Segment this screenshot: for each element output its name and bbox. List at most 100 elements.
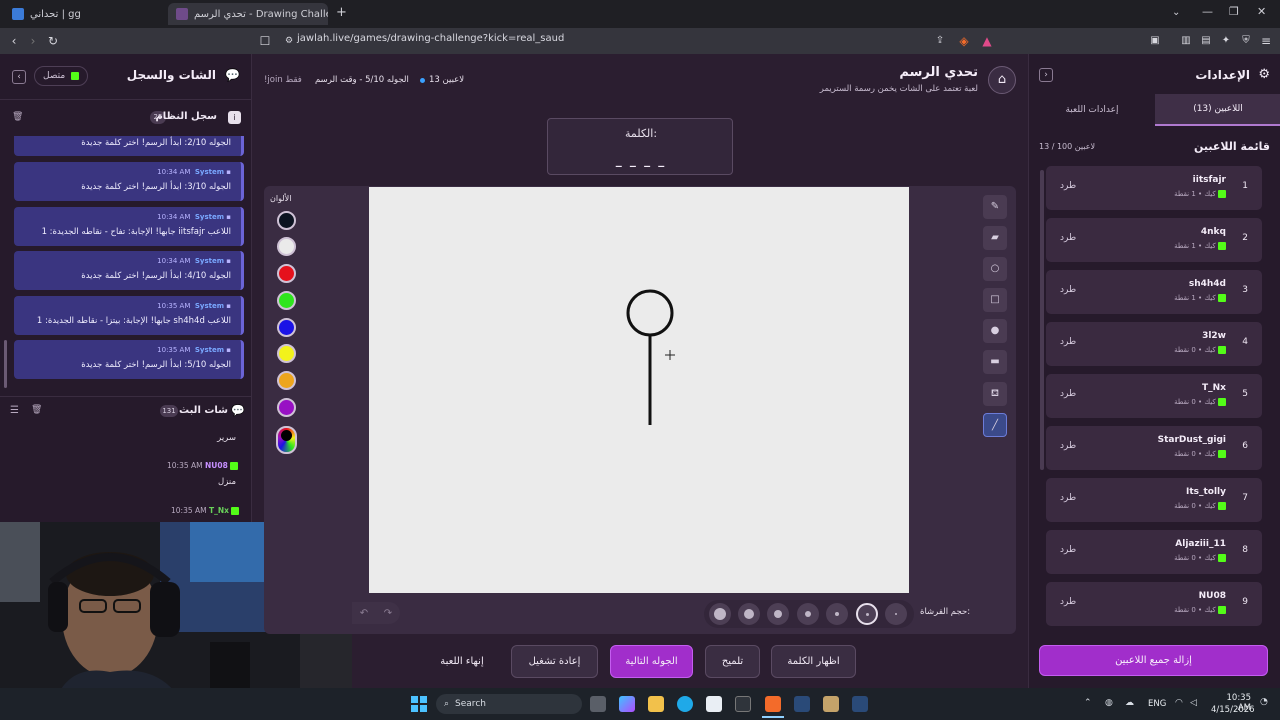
forward-icon[interactable]: › [25,33,41,49]
next-round-button[interactable]: الجوله التالية [610,645,693,678]
active-app-indicator [762,716,784,718]
task-view-icon[interactable] [590,696,606,712]
kick-player-button[interactable]: طرد [1060,493,1076,503]
kick-player-button[interactable]: طرد [1060,441,1076,451]
tray-icon[interactable]: ☁ [1125,698,1134,708]
kick-player-button[interactable]: طرد [1060,597,1076,607]
address-bar[interactable]: jawlah.live/games/drawing-challenge?kick… [297,33,564,44]
brush-size-s[interactable] [797,603,819,625]
brush-size-xl[interactable] [709,603,731,625]
kick-player-button[interactable]: طرد [1060,233,1076,243]
pencil-icon[interactable]: ✎ [983,195,1007,219]
show-word-button[interactable]: اظهار الكلمة [771,645,856,678]
restart-button[interactable]: إعادة تشغيل [511,645,598,678]
tray-icon[interactable]: ◍ [1105,698,1113,708]
share-icon[interactable]: ⇪ [932,33,948,49]
chat-username[interactable]: T_Nx [209,506,229,515]
collapse-settings-icon[interactable]: › [1039,68,1053,82]
brush-size-m[interactable] [767,603,789,625]
tab-drawing-challenge[interactable]: تحدي الرسم - Drawing Challenge ✕ [168,3,328,25]
collapse-panel-icon[interactable]: ‹ [12,70,26,84]
square-icon[interactable]: □ [983,288,1007,312]
close-window-icon[interactable]: ✕ [1257,5,1266,18]
hint-button[interactable]: تلميح [705,645,760,678]
color-swatch[interactable] [277,398,296,417]
line-icon[interactable]: ╱ [983,413,1007,437]
kick-player-button[interactable]: طرد [1060,285,1076,295]
leo-icon[interactable]: ✦ [1218,33,1234,49]
brush-size-min[interactable] [885,603,907,625]
clear-chat-trash-icon[interactable]: 🗑 [31,405,42,415]
drawing-canvas[interactable] [369,187,909,593]
sidebar-icon[interactable]: ▥ [1178,33,1194,49]
kick-player-button[interactable]: طرد [1060,389,1076,399]
wifi-icon[interactable]: ◠ [1175,698,1183,708]
tab-game-settings[interactable]: إعدادات اللعبة [1029,94,1155,126]
brave-icon[interactable] [765,696,781,712]
app2-icon[interactable] [823,696,839,712]
dot-icon[interactable]: ● [983,319,1007,343]
menu-icon[interactable]: ≡ [1258,33,1274,49]
new-tab-button[interactable]: + [336,5,347,20]
brush-size-l[interactable] [738,603,760,625]
clear-log-trash-icon[interactable]: 🗑 [12,112,23,122]
color-swatch[interactable] [277,291,296,310]
color-swatch[interactable] [277,264,296,283]
players-count: 13 لاعبين [420,75,464,85]
remove-all-players-button[interactable]: إزالة جميع اللاعبين [1039,645,1268,676]
eraser-icon[interactable]: ▰ [983,226,1007,250]
bookmark-icon[interactable]: ☐ [257,33,273,49]
tab-players[interactable]: اللاعبين (13) [1155,94,1280,126]
windows-start-icon[interactable] [411,696,427,712]
tab-tahadani[interactable]: تحداني | gg [4,3,164,25]
fill-bucket-icon[interactable]: ⛾ [983,382,1007,406]
kick-player-button[interactable]: طرد [1060,181,1076,191]
edge-icon[interactable] [677,696,693,712]
restore-icon[interactable]: ❐ [1229,5,1239,18]
redo-icon[interactable]: ↷ [384,608,392,619]
players-scrollbar[interactable] [1040,170,1044,470]
brave-rewards-icon[interactable]: ▲ [979,33,995,49]
color-swatch[interactable] [277,211,296,230]
brush-size-xs[interactable] [826,603,848,625]
kick-player-button[interactable]: طرد [1060,337,1076,347]
color-swatch[interactable] [277,237,296,256]
color-swatch[interactable] [277,371,296,390]
file-explorer-icon[interactable] [648,696,664,712]
site-info-icon[interactable]: ⚙ [281,33,297,49]
tray-chevron-icon[interactable]: ⌃ [1084,698,1092,708]
rect-fill-icon[interactable]: ▬ [983,350,1007,374]
wallet-icon[interactable]: ▤ [1198,33,1214,49]
home-button[interactable]: ⌂ [988,66,1016,94]
minimize-icon[interactable]: — [1202,5,1213,18]
screenshot-icon[interactable]: ▣ [1147,33,1163,49]
store-icon[interactable] [706,696,722,712]
app-icon[interactable] [735,696,751,712]
taskbar-search[interactable]: ⌕ Search [436,694,582,714]
system-message: 10:35 AM System ▪ اللاعب sh4h4d جابها! ا… [14,296,244,335]
copilot-icon[interactable] [619,696,635,712]
steam2-icon[interactable] [852,696,868,712]
log-scrollbar[interactable] [4,340,7,388]
vpn-icon[interactable]: ⛨ [1238,33,1254,49]
tab-list-chevron-icon[interactable]: ⌄ [1172,7,1180,18]
back-icon[interactable]: ‹ [6,33,22,49]
end-game-button[interactable]: إنهاء اللعبة [422,645,502,678]
clock-date[interactable]: 4/15/2026 [1211,705,1255,715]
volume-icon[interactable]: ◁ [1190,698,1197,708]
brush-size-xxs[interactable] [856,603,878,625]
custom-color-picker[interactable] [276,426,297,454]
steam-icon[interactable] [794,696,810,712]
color-swatch[interactable] [277,344,296,363]
brave-shield-icon[interactable]: ◈ [956,33,972,49]
chat-username[interactable]: NU08 [205,461,228,470]
circle-icon[interactable]: ○ [983,257,1007,281]
reload-icon[interactable]: ↻ [45,33,61,49]
notification-icon[interactable]: ◔ [1260,697,1268,707]
player-rank: 8 [1242,545,1248,555]
kick-player-button[interactable]: طرد [1060,545,1076,555]
color-swatch[interactable] [277,318,296,337]
language-indicator[interactable]: ENG [1148,699,1166,709]
filter-icon[interactable]: ☰ [10,405,19,416]
undo-icon[interactable]: ↶ [360,608,368,619]
